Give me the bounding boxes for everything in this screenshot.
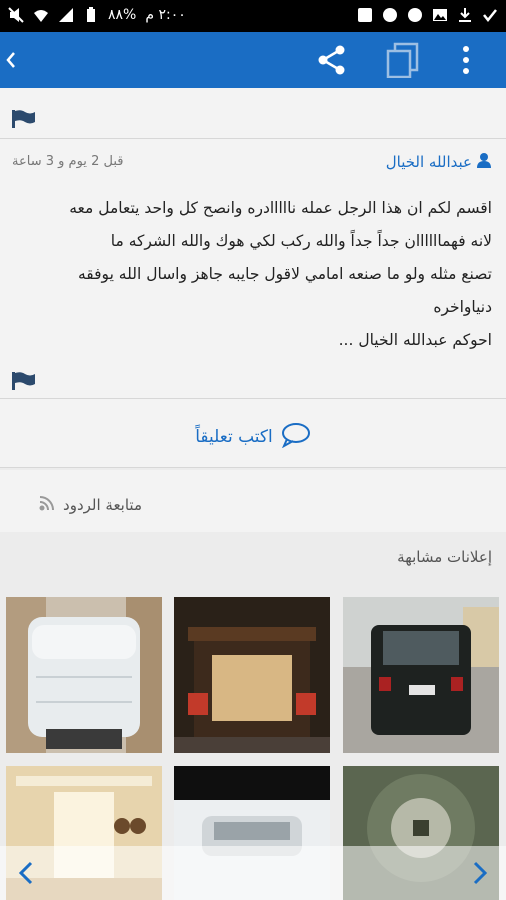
write-comment-button[interactable]: اكتب تعليقاً bbox=[0, 415, 506, 459]
car-trunk-image bbox=[174, 597, 330, 753]
post-body-line: احوكم عبدالله الخيال ... bbox=[338, 331, 492, 349]
similar-ad-thumbnail[interactable] bbox=[6, 597, 162, 753]
download-icon bbox=[457, 7, 473, 23]
air-mattress-image bbox=[6, 597, 162, 753]
check-icon bbox=[482, 7, 498, 23]
status-bar: ٢:٠٠ م %٨٨ bbox=[0, 0, 506, 32]
post-body-line: لانه فهماااااان جداً جداً والله ركب لكي … bbox=[110, 232, 492, 250]
author-name[interactable]: عبدالله الخيال bbox=[386, 153, 472, 171]
divider bbox=[0, 138, 506, 139]
app-bar bbox=[0, 32, 506, 88]
copy-icon[interactable] bbox=[386, 42, 420, 82]
post-body-line: اقسم لكم ان هذا الرجل عمله نااااادره وان… bbox=[69, 199, 492, 217]
similar-ad-thumbnail[interactable] bbox=[174, 597, 330, 753]
status-battery: %٨٨ bbox=[108, 7, 137, 23]
follow-replies-button[interactable]: متابعة الردود bbox=[39, 495, 142, 515]
divider bbox=[0, 467, 506, 468]
status-bar-right bbox=[357, 7, 498, 23]
notification-icon bbox=[382, 7, 398, 23]
post-author[interactable]: عبدالله الخيال bbox=[386, 152, 492, 172]
previous-arrow-icon[interactable] bbox=[16, 858, 36, 892]
follow-replies-label: متابعة الردود bbox=[63, 496, 142, 514]
notification-icon bbox=[407, 7, 423, 23]
more-options-icon[interactable] bbox=[462, 44, 470, 80]
report-flag-icon[interactable] bbox=[12, 372, 36, 394]
write-comment-label: اكتب تعليقاً bbox=[195, 427, 273, 447]
wifi-icon bbox=[33, 7, 49, 23]
user-icon bbox=[476, 152, 492, 172]
status-bar-left: ٢:٠٠ م %٨٨ bbox=[8, 7, 186, 23]
black-suv-image bbox=[343, 597, 499, 753]
similar-ad-thumbnail[interactable] bbox=[343, 597, 499, 753]
back-icon[interactable] bbox=[4, 46, 18, 78]
comment-bubble-icon bbox=[281, 422, 311, 453]
similar-ads-title: إعلانات مشابهة bbox=[397, 548, 492, 566]
mute-icon bbox=[8, 7, 24, 23]
report-flag-icon[interactable] bbox=[12, 110, 36, 132]
post-body: اقسم لكم ان هذا الرجل عمله نااااادره وان… bbox=[14, 192, 492, 357]
signal-icon bbox=[58, 7, 74, 23]
app-icon bbox=[357, 7, 373, 23]
image-icon bbox=[432, 7, 448, 23]
battery-icon bbox=[83, 7, 99, 23]
carousel-nav-bar bbox=[0, 846, 506, 900]
next-arrow-icon[interactable] bbox=[470, 858, 490, 892]
post-time: قبل 2 يوم و 3 ساعة bbox=[12, 154, 124, 169]
post-body-line: تصنع مثله ولو ما صنعه امامي لاقول جايبه … bbox=[78, 265, 492, 283]
status-time: ٢:٠٠ م bbox=[145, 7, 186, 23]
post-body-line: دنياواخره bbox=[433, 298, 492, 316]
share-icon[interactable] bbox=[316, 44, 348, 80]
rss-icon bbox=[39, 495, 55, 515]
